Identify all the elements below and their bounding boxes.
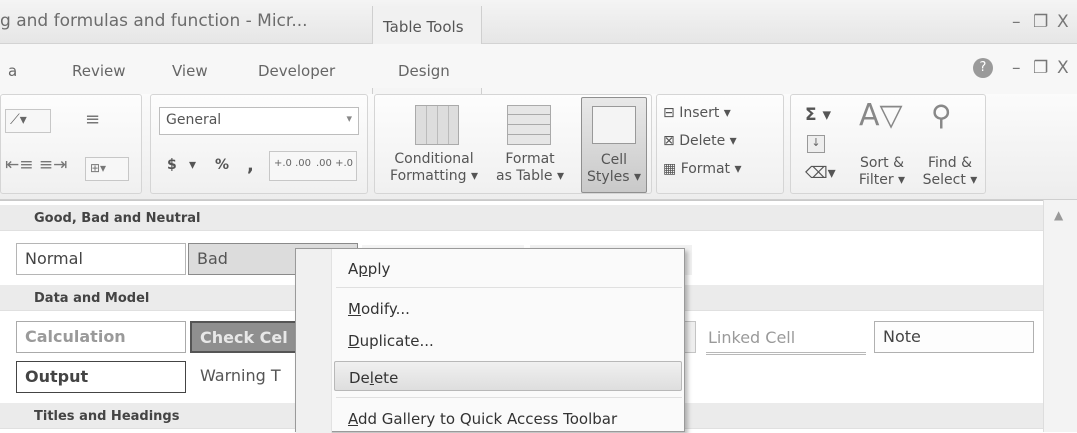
menu-item-delete[interactable]: Delete bbox=[334, 361, 682, 391]
autosum-button[interactable]: Σ ▾ bbox=[805, 105, 831, 125]
increase-decimal-button[interactable]: +.0 .00 bbox=[274, 158, 311, 169]
chevron-down-icon: ▾ bbox=[346, 112, 352, 125]
alignment-group: ⟋▾ ≡ ⇤≡ ≡⇥ ⊞▾ bbox=[0, 94, 142, 194]
ribbon-minimize-button[interactable]: – bbox=[1012, 58, 1021, 78]
clear-icon[interactable]: ⌫▾ bbox=[805, 163, 836, 182]
delete-icon: ⊠ bbox=[663, 133, 680, 149]
editing-group: Σ ▾ ↓ ⌫▾ A▽ Sort & Filter ▾ ⚲ Find & Sel… bbox=[790, 94, 986, 194]
format-button[interactable]: ▦ Format ▾ bbox=[663, 161, 742, 177]
number-format-dropdown[interactable]: General ▾ bbox=[159, 107, 359, 135]
orientation-icon[interactable]: ⟋▾ bbox=[5, 109, 51, 133]
context-tab-group-label: Table Tools bbox=[372, 6, 482, 44]
binoculars-icon: ⚲ bbox=[931, 99, 952, 132]
currency-button[interactable]: $ bbox=[167, 157, 177, 173]
menu-text: uplicate... bbox=[359, 332, 434, 350]
insert-label: Insert ▾ bbox=[679, 105, 731, 121]
menu-text: A bbox=[348, 260, 359, 278]
format-as-table-label-2: as Table ▾ bbox=[495, 168, 564, 184]
style-output[interactable]: Output bbox=[16, 361, 186, 393]
merge-center-icon[interactable]: ⊞▾ bbox=[85, 157, 129, 181]
comma-button[interactable]: , bbox=[247, 155, 254, 176]
menu-accel: p bbox=[358, 260, 368, 278]
menu-item-duplicate[interactable]: Duplicate... bbox=[334, 325, 682, 355]
sort-filter-icon: A▽ bbox=[859, 98, 903, 133]
cells-group: ⊟ Insert ▾ ⊠ Delete ▾ ▦ Format ▾ bbox=[656, 94, 784, 194]
tab-view[interactable]: View bbox=[172, 62, 208, 80]
number-group: General ▾ $ ▾ % , +.0 .00 .00 +.0 bbox=[150, 94, 368, 194]
ribbon-close-button[interactable]: X bbox=[1057, 58, 1069, 78]
format-icon: ▦ bbox=[663, 161, 681, 177]
number-format-value: General bbox=[166, 112, 222, 128]
menu-separator bbox=[336, 397, 682, 398]
style-calculation[interactable]: Calculation bbox=[16, 321, 186, 353]
insert-button[interactable]: ⊟ Insert ▾ bbox=[663, 105, 731, 121]
format-as-table-icon bbox=[507, 105, 551, 145]
tab-data[interactable]: a bbox=[8, 62, 17, 80]
tab-review[interactable]: Review bbox=[72, 62, 126, 80]
style-warning-text[interactable]: Warning T bbox=[200, 366, 281, 385]
restore-button[interactable]: ❐ bbox=[1033, 12, 1048, 32]
menu-text: odify... bbox=[360, 300, 410, 318]
currency-dropdown-icon[interactable]: ▾ bbox=[189, 157, 196, 173]
find-select-button[interactable]: Find & Select ▾ bbox=[915, 155, 985, 189]
style-normal[interactable]: Normal bbox=[16, 243, 186, 275]
indent-icon[interactable]: ⇤≡ ≡⇥ bbox=[5, 155, 67, 175]
cell-styles-icon bbox=[592, 106, 636, 144]
title-bar: g and formulas and function - Micr... Ta… bbox=[0, 0, 1077, 44]
format-as-table-label-1: Format bbox=[505, 151, 555, 167]
menu-item-add-to-qat[interactable]: Add Gallery to Quick Access Toolbar bbox=[334, 403, 682, 433]
menu-item-modify[interactable]: Modify... bbox=[334, 293, 682, 323]
menu-accel: A bbox=[348, 410, 358, 428]
ribbon-tab-row: a Review View Developer Design ? – ❐ X bbox=[0, 44, 1077, 138]
fill-icon[interactable]: ↓ bbox=[807, 135, 825, 153]
find-select-label-2: Select ▾ bbox=[922, 172, 978, 188]
menu-text: dd Gallery to Quick Access Toolbar bbox=[358, 410, 618, 428]
context-menu: Apply Modify... Duplicate... Delete Add … bbox=[295, 248, 685, 433]
menu-separator bbox=[336, 287, 682, 288]
menu-accel: M bbox=[348, 300, 361, 318]
sort-filter-label-1: Sort & bbox=[859, 155, 905, 171]
menu-text: ply bbox=[367, 260, 391, 278]
menu-accel: D bbox=[348, 332, 360, 350]
menu-icon-gutter bbox=[296, 249, 332, 433]
insert-icon: ⊟ bbox=[663, 105, 680, 121]
delete-button[interactable]: ⊠ Delete ▾ bbox=[663, 133, 737, 149]
format-label: Format ▾ bbox=[680, 161, 742, 177]
help-icon[interactable]: ? bbox=[973, 58, 993, 78]
tab-design[interactable]: Design bbox=[398, 62, 450, 80]
menu-text: ete bbox=[373, 369, 399, 387]
format-as-table-button[interactable]: Format as Table ▾ bbox=[491, 151, 569, 185]
conditional-formatting-label-1: Conditional bbox=[394, 151, 474, 167]
menu-text: De bbox=[349, 369, 370, 387]
find-select-label-1: Find & bbox=[927, 155, 973, 171]
scroll-up-icon[interactable]: ▲ bbox=[1054, 208, 1063, 222]
decrease-decimal-button[interactable]: .00 +.0 bbox=[316, 158, 353, 169]
window-title: g and formulas and function - Micr... bbox=[0, 11, 308, 31]
style-input-edge[interactable] bbox=[684, 321, 696, 353]
cell-styles-label-1: Cell bbox=[600, 152, 628, 168]
tab-developer[interactable]: Developer bbox=[258, 62, 335, 80]
minimize-button[interactable]: – bbox=[1012, 12, 1021, 32]
close-button[interactable]: X bbox=[1057, 12, 1069, 32]
percent-button[interactable]: % bbox=[215, 157, 229, 173]
ribbon: ⟋▾ ≡ ⇤≡ ≡⇥ ⊞▾ General ▾ $ ▾ % , +.0 .00 … bbox=[0, 94, 1077, 200]
styles-group: Conditional Formatting ▾ Format as Table… bbox=[374, 94, 652, 194]
section-good-bad-neutral: Good, Bad and Neutral bbox=[0, 205, 1043, 231]
style-linked-cell[interactable]: Linked Cell bbox=[706, 325, 866, 355]
cell-styles-label-2: Styles ▾ bbox=[587, 169, 641, 185]
conditional-formatting-label-2: Formatting ▾ bbox=[390, 168, 478, 184]
conditional-formatting-button[interactable]: Conditional Formatting ▾ bbox=[377, 151, 491, 185]
conditional-formatting-icon bbox=[415, 105, 459, 145]
gallery-scrollbar[interactable]: ▲ bbox=[1043, 200, 1077, 432]
sort-filter-label-2: Filter ▾ bbox=[858, 172, 906, 188]
style-note[interactable]: Note bbox=[874, 321, 1034, 353]
decimal-buttons: +.0 .00 .00 +.0 bbox=[269, 151, 357, 181]
ribbon-restore-button[interactable]: ❐ bbox=[1033, 58, 1048, 78]
delete-label: Delete ▾ bbox=[679, 133, 737, 149]
cell-styles-button[interactable]: Cell Styles ▾ bbox=[581, 97, 647, 193]
menu-item-apply[interactable]: Apply bbox=[334, 253, 682, 283]
sort-filter-button[interactable]: Sort & Filter ▾ bbox=[847, 155, 917, 189]
wrap-text-icon[interactable]: ≡ bbox=[85, 109, 100, 130]
